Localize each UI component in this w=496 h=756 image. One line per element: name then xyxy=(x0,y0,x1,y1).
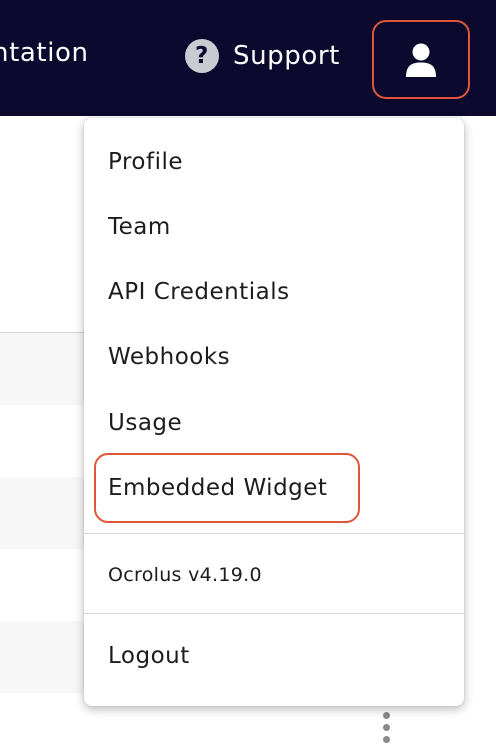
user-icon xyxy=(406,43,436,77)
menu-item-usage[interactable]: Usage xyxy=(108,410,182,436)
menu-item-api-credentials[interactable]: API Credentials xyxy=(108,279,290,305)
support-link[interactable]: ? Support xyxy=(185,38,340,74)
version-label: Ocrolus v4.19.0 xyxy=(108,564,262,586)
nav-link-documentation[interactable]: ntation xyxy=(0,38,89,68)
menu-divider xyxy=(84,613,464,614)
question-circle-icon: ? xyxy=(185,39,219,73)
menu-item-logout[interactable]: Logout xyxy=(108,643,190,669)
menu-item-profile[interactable]: Profile xyxy=(108,149,183,175)
top-nav-bar: ntation ? Support xyxy=(0,0,496,116)
menu-divider xyxy=(84,533,464,534)
support-label: Support xyxy=(233,41,340,71)
kebab-vertical-icon[interactable] xyxy=(378,712,394,752)
user-menu-button[interactable] xyxy=(372,20,470,99)
menu-item-embedded-widget[interactable]: Embedded Widget xyxy=(108,475,327,501)
menu-item-team[interactable]: Team xyxy=(108,214,171,240)
user-dropdown-menu: Profile Team API Credentials Webhooks Us… xyxy=(84,118,464,706)
menu-item-webhooks[interactable]: Webhooks xyxy=(108,344,230,370)
